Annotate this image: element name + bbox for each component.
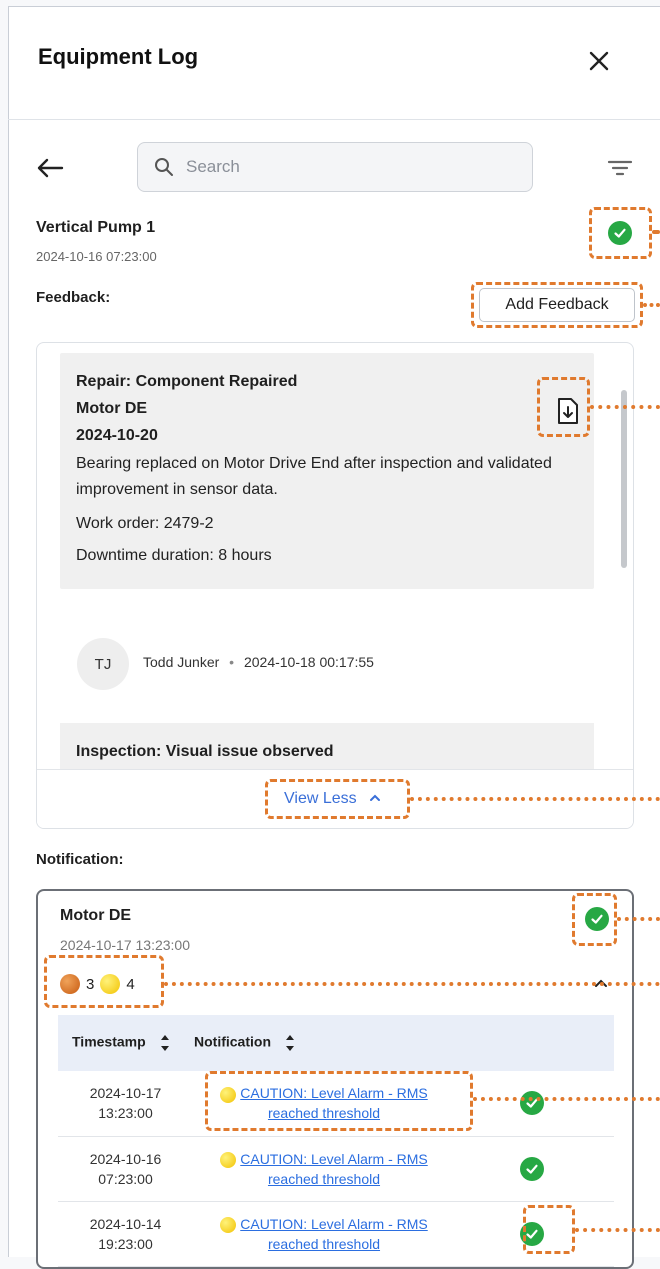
notification-link-line2[interactable]: reached threshold (194, 1234, 454, 1254)
search-box[interactable] (137, 142, 533, 192)
asset-name: Vertical Pump 1 (36, 219, 156, 236)
annotation-connector (473, 1097, 660, 1101)
notification-link[interactable]: CAUTION: Level Alarm - RMS (240, 1216, 427, 1232)
warning-yellow-dot-icon (220, 1151, 237, 1168)
annotation-connector (652, 230, 660, 234)
annotation-connector (643, 303, 660, 307)
notification-timestamp: 2024-10-17 13:23:00 (60, 937, 190, 953)
feedback-entry-description: Bearing replaced on Motor Drive End afte… (76, 455, 552, 498)
asset-status-check-icon[interactable] (608, 221, 632, 245)
close-icon (589, 51, 609, 71)
back-arrow-icon (37, 158, 64, 178)
feedback-entry: Repair: Component Repaired Motor DE 2024… (60, 353, 594, 589)
row-check-icon[interactable] (520, 1156, 544, 1181)
row-timestamp: 2024-10-17 13:23:00 (89, 1085, 162, 1122)
back-button[interactable] (32, 152, 68, 184)
filter-button[interactable] (600, 152, 640, 184)
close-button[interactable] (582, 44, 616, 78)
row-check-icon[interactable] (520, 1091, 544, 1116)
avatar: TJ (77, 638, 129, 690)
feedback-scrollbar[interactable] (621, 390, 627, 568)
feedback-entry-downtime: Downtime duration: 8 hours (76, 547, 272, 564)
annotation-box-view-less (265, 779, 410, 819)
feedback-label: Feedback: (36, 289, 111, 306)
column-header-timestamp[interactable]: Timestamp (58, 1015, 193, 1071)
notification-link-line2[interactable]: reached threshold (194, 1169, 454, 1189)
feedback-entry-component: Motor DE (76, 400, 148, 417)
row-timestamp: 2024-10-16 07:23:00 (89, 1150, 162, 1187)
author-name: Todd Junker (143, 654, 220, 670)
annotation-connector (410, 797, 660, 801)
annotation-connector (590, 405, 660, 409)
sort-icon (285, 1035, 294, 1051)
feedback-entry-work-order: Work order: 2479-2 (76, 515, 214, 532)
author-timestamp: 2024-10-18 00:17:55 (243, 654, 374, 670)
notification-asset-name: Motor DE (60, 907, 132, 924)
feedback-entry-title: Inspection: Visual issue observed (76, 743, 334, 760)
warning-yellow-dot-icon (220, 1216, 237, 1233)
panel-title: Equipment Log (38, 44, 199, 69)
annotation-connector (575, 1228, 660, 1232)
annotation-box-notification-status (572, 893, 617, 946)
row-status (455, 1136, 614, 1201)
row-notification: CAUTION: Level Alarm - RMS reached thres… (193, 1201, 455, 1266)
annotation-connector (617, 917, 660, 921)
sort-icon (160, 1035, 169, 1051)
search-input[interactable] (184, 156, 488, 178)
row-status (455, 1071, 614, 1136)
annotation-connector (164, 982, 660, 986)
feedback-author-line: Todd Junker • 2024-10-18 00:17:55 (143, 654, 374, 670)
table-row: 2024-10-16 07:23:00 CAUTION: Level Alarm… (58, 1136, 614, 1201)
column-header-status (455, 1015, 614, 1071)
notification-link[interactable]: CAUTION: Level Alarm - RMS (240, 1151, 427, 1167)
row-timestamp: 2024-10-14 19:23:00 (89, 1215, 162, 1252)
table-header-row: Timestamp Notification (58, 1015, 614, 1071)
annotation-box-row-status (523, 1205, 575, 1254)
notification-label: Notification: (36, 851, 124, 868)
row-notification: CAUTION: Level Alarm - RMS reached thres… (193, 1136, 455, 1201)
annotation-box-notification-link (205, 1071, 473, 1131)
add-feedback-button[interactable]: Add Feedback (479, 288, 635, 322)
feedback-entry-title: Repair: Component Repaired (76, 373, 298, 390)
filter-icon (607, 160, 633, 176)
annotation-box-download (537, 377, 590, 437)
asset-timestamp: 2024-10-16 07:23:00 (36, 249, 157, 264)
column-header-notification[interactable]: Notification (193, 1015, 455, 1071)
annotation-box-alarm-counts (44, 955, 164, 1008)
header-divider (8, 119, 660, 120)
separator-dot: • (229, 654, 235, 670)
search-icon (155, 158, 173, 176)
feedback-entry-date: 2024-10-20 (76, 427, 158, 444)
